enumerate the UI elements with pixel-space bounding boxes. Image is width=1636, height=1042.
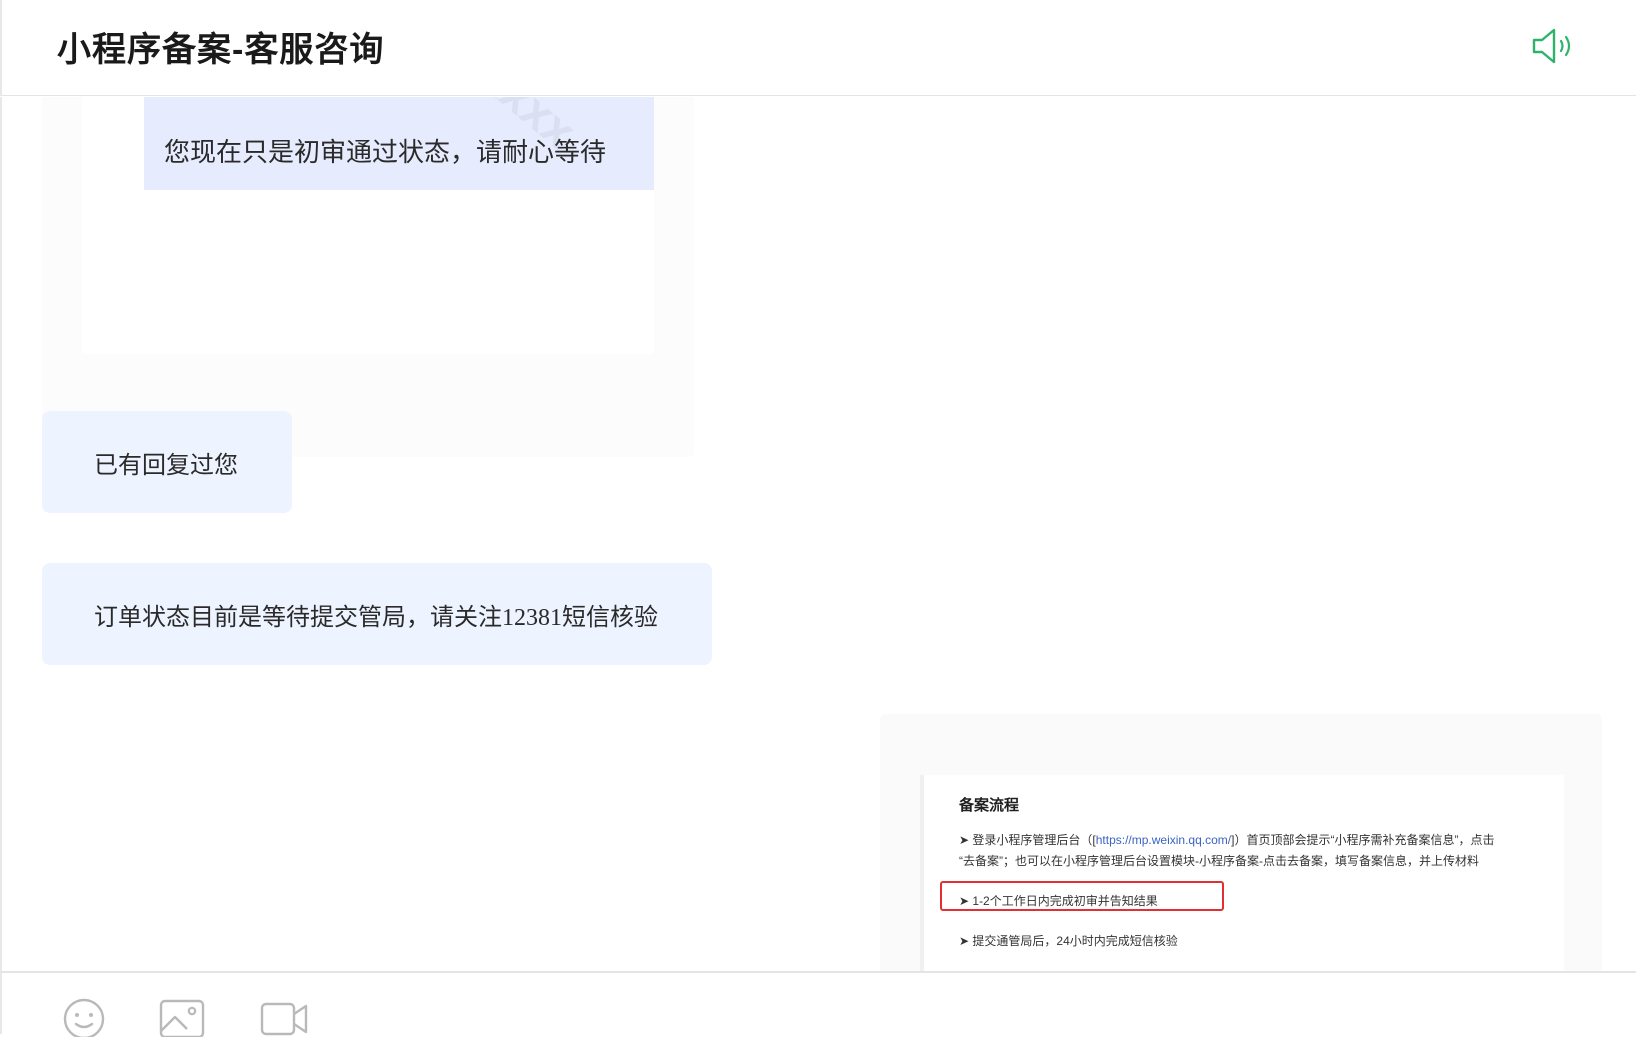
message-text: 已有回复过您 (94, 452, 238, 479)
video-icon[interactable] (260, 997, 310, 1042)
image-message[interactable]: 您现在只是初审通过状态，请耐心等待 xxxx (42, 97, 694, 457)
image-icon[interactable] (159, 997, 207, 1042)
screenshot-body: 备案流程 ➤ 登录小程序管理后台（[https://mp.weixin.qq.c… (920, 775, 1564, 971)
screenshot-step-2: ➤ 1-2个工作日内完成初审并告知结果 (959, 894, 1158, 908)
chat-messages[interactable]: 您现在只是初审通过状态，请耐心等待 xxxx 已有回复过您 订单状态目前是等待提… (0, 97, 1636, 971)
message-bubble: 已有回复过您 (42, 411, 292, 513)
screenshot-message[interactable]: 备案流程 ➤ 登录小程序管理后台（[https://mp.weixin.qq.c… (880, 714, 1602, 971)
message-text: 订单状态目前是等待提交管局，请关注12381短信核验 (94, 604, 658, 631)
input-toolbar (0, 971, 1636, 1040)
quoted-reply: 您现在只是初审通过状态，请耐心等待 xxxx (144, 97, 654, 190)
step-1-prefix: ➤ 登录小程序管理后台（[ (959, 833, 1096, 847)
screenshot-step-3: ➤ 提交通管局后，24小时内完成短信核验 (959, 934, 1178, 948)
step-1-link[interactable]: https://mp.weixin.qq.com/ (1096, 833, 1231, 847)
page-title: 小程序备案-客服咨询 (57, 31, 385, 69)
speaker-icon[interactable] (1530, 26, 1576, 66)
message-bubble: 订单状态目前是等待提交管局，请关注12381短信核验 (42, 563, 712, 665)
screenshot-title: 备案流程 (959, 797, 1020, 814)
emoji-icon[interactable] (62, 997, 106, 1042)
chat-header: 小程序备案-客服咨询 (0, 0, 1636, 96)
screenshot-step-1: ➤ 登录小程序管理后台（[https://mp.weixin.qq.com/]）… (959, 831, 1494, 848)
step-1-suffix: ]）首页顶部会提示“小程序需补充备案信息”，点击 (1231, 833, 1495, 847)
screenshot-step-1-cont: “去备案”；也可以在小程序管理后台设置模块-小程序备案-点击去备案，填写备案信息… (959, 854, 1479, 868)
